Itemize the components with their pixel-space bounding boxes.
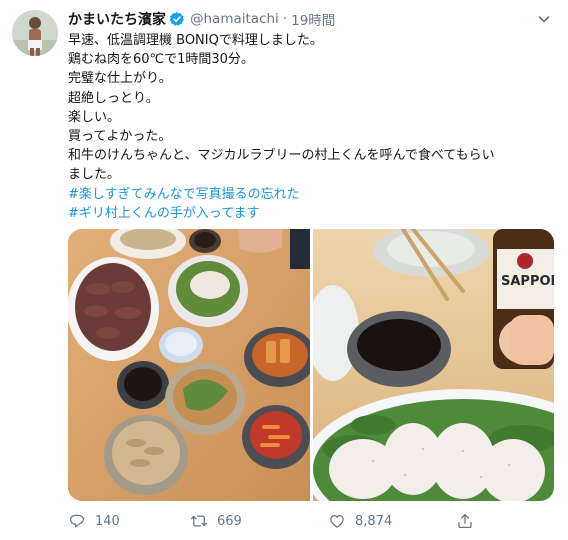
tweet-text-line: 楽しい。: [68, 109, 121, 125]
share-icon: [458, 513, 472, 529]
handle[interactable]: @hamaitachi: [190, 11, 279, 27]
heart-icon: [330, 514, 344, 528]
retweet-count: 669: [217, 513, 242, 529]
reply-icon: [69, 514, 85, 528]
share-button[interactable]: [456, 510, 474, 532]
timestamp[interactable]: 19時間: [291, 9, 335, 29]
tweet-text-line: 超絶しっとり。: [68, 90, 159, 106]
tweet-text-line: 和牛のけんちゃんと、マジカルラブリーの村上くんを呼んで食べてもらい: [68, 148, 495, 164]
avatar[interactable]: [12, 10, 58, 56]
tweet-text-line: ました。: [68, 167, 121, 183]
verified-badge-icon: [169, 11, 185, 27]
like-count: 8,874: [355, 513, 393, 529]
chevron-down-icon[interactable]: [536, 11, 552, 27]
reply-count: 140: [95, 513, 120, 529]
tweet-media: SAPPOR: [68, 229, 554, 501]
chicken-plate-photo[interactable]: SAPPOR: [313, 229, 554, 501]
retweet-button[interactable]: 669: [190, 510, 242, 532]
tweet-text: 早速、低温調理機 BONIQで料理しました。 鶏むね肉を60℃で1時間30分。 …: [68, 31, 554, 223]
reply-button[interactable]: 140: [68, 510, 120, 532]
food-table-photo[interactable]: [68, 229, 310, 501]
display-name[interactable]: かまいたち濱家: [68, 9, 166, 29]
hashtag-link[interactable]: #ギリ村上くんの手が入ってます: [68, 204, 554, 223]
tweet-card[interactable]: かまいたち濱家 @hamaitachi · 19時間 早速、低温調理機 BONI…: [0, 0, 568, 540]
tweet-text-line: 買ってよかった。: [68, 129, 172, 145]
tweet-actions: 140 669 8,874: [68, 510, 488, 532]
tweet-text-line: 完璧な仕上がり。: [68, 71, 172, 87]
separator-dot: ·: [282, 11, 288, 27]
bottle-label: SAPPOR: [501, 274, 554, 289]
tweet-header: かまいたち濱家 @hamaitachi · 19時間: [68, 9, 554, 29]
tweet-text-line: 鶏むね肉を60℃で1時間30分。: [68, 52, 254, 68]
tweet-text-line: 早速、低温調理機 BONIQで料理しました。: [68, 33, 323, 48]
retweet-icon: [190, 515, 208, 527]
hashtag-link[interactable]: #楽しすぎてみんなで写真撮るの忘れた: [68, 185, 554, 204]
like-button[interactable]: 8,874: [328, 510, 392, 532]
